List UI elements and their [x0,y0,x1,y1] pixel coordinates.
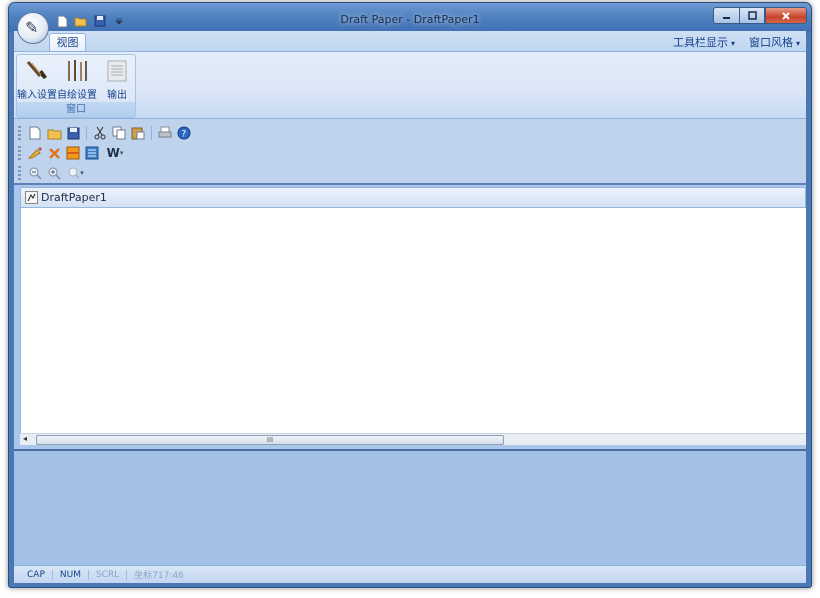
close-button[interactable] [765,7,807,24]
custom-draw-settings-button[interactable]: 自绘设置 [57,59,97,101]
svg-text:?: ? [182,130,187,140]
new-icon[interactable] [27,125,43,141]
status-coordinates: 坐标717:46 [134,571,184,581]
output-button[interactable]: 输出 [97,59,137,101]
status-bar: CAP NUM SCRL 坐标717:46 [14,565,806,583]
input-settings-button[interactable]: 输入设置 [17,59,57,101]
toolbar-separator [86,126,87,140]
font-w-label: W [106,146,120,160]
save-icon[interactable] [65,125,81,141]
output-label: 输出 [107,90,127,101]
cut-icon[interactable] [92,125,108,141]
mdi-empty-area [14,451,806,565]
toolbar-grip[interactable] [18,126,21,140]
zoom-toolbar: ▾ [16,163,87,183]
ribbon-tab-strip: 视图 工具栏显示 ▾ 窗口风格 ▾ [14,31,806,52]
minimize-button[interactable] [713,7,739,24]
help-icon[interactable]: ? [176,125,192,141]
chevron-down-icon: ▾ [795,39,800,48]
zoom-in-icon[interactable] [46,165,62,181]
scroll-left-icon[interactable]: ◂ [23,434,27,443]
chevron-down-icon: ▾ [80,169,84,177]
maximize-button[interactable] [739,7,765,24]
paper-output-icon [97,59,137,83]
caption-buttons [713,7,807,24]
fill-icon[interactable] [65,145,81,161]
ribbon-group-label: 窗口 [17,102,135,117]
chevron-down-icon: ▾ [730,39,735,48]
tab-view[interactable]: 视图 [49,33,86,52]
brush-icon [17,59,57,83]
document-tab-strip: DraftPaper1 [20,187,806,208]
app-window: Draft Paper - DraftPaper1 ✎ 视图 工具栏显示 ▾ 窗… [8,2,812,588]
brush-icon[interactable] [27,145,43,161]
document-frame: DraftPaper1 ◂ III [14,185,806,451]
drawing-canvas[interactable] [20,208,806,433]
toolbar-grip[interactable] [18,166,21,180]
toolbar-display-label: 工具栏显示 [672,36,728,49]
window-style-menu[interactable]: 窗口风格 ▾ [749,34,800,50]
pens-icon [57,59,97,83]
ribbon-right-menus: 工具栏显示 ▾ 窗口风格 ▾ [673,34,800,50]
document-tab-label: DraftPaper1 [41,191,107,204]
zoom-dropdown-icon[interactable]: ▾ [65,165,87,181]
toolbar-display-menu[interactable]: 工具栏显示 ▾ [673,34,735,50]
ribbon-group-window: 输入设置 自绘设置 输出 窗口 [16,54,136,118]
copy-icon[interactable] [111,125,127,141]
chevron-down-icon: ▾ [119,149,124,157]
client-area: 视图 工具栏显示 ▾ 窗口风格 ▾ 输入设置 自绘设置 输出 窗口 ? W ▾ … [14,31,806,583]
custom-draw-settings-label: 自绘设置 [57,90,97,101]
open-icon[interactable] [46,125,62,141]
scroll-grip: III [266,436,274,444]
app-menu-button[interactable]: ✎ [17,12,49,44]
status-cap: CAP [20,569,53,580]
status-scrl: SCRL [89,569,128,580]
scroll-thumb[interactable]: III [36,435,504,445]
input-settings-label: 输入设置 [17,90,57,101]
print-icon[interactable] [157,125,173,141]
drawing-toolbar: W ▾ [16,143,127,163]
title-bar[interactable]: Draft Paper - DraftPaper1 [9,3,811,33]
font-weight-dropdown[interactable]: W ▾ [103,145,127,161]
horizontal-scrollbar[interactable]: ◂ III [20,433,806,445]
standard-toolbar: ? [16,123,192,143]
delete-icon[interactable] [46,145,62,161]
status-num: NUM [53,569,89,580]
document-tab[interactable]: DraftPaper1 [25,191,107,204]
window-style-label: 窗口风格 [748,36,793,49]
paste-icon[interactable] [130,125,146,141]
layout-icon[interactable] [84,145,100,161]
window-title: Draft Paper - DraftPaper1 [340,13,480,26]
app-logo-icon: ✎ [25,18,39,37]
toolbar-separator [151,126,152,140]
zoom-out-icon[interactable] [27,165,43,181]
draft-doc-icon [25,191,38,204]
toolbar-grip[interactable] [18,146,21,160]
ribbon-panel: 输入设置 自绘设置 输出 窗口 [14,51,806,119]
